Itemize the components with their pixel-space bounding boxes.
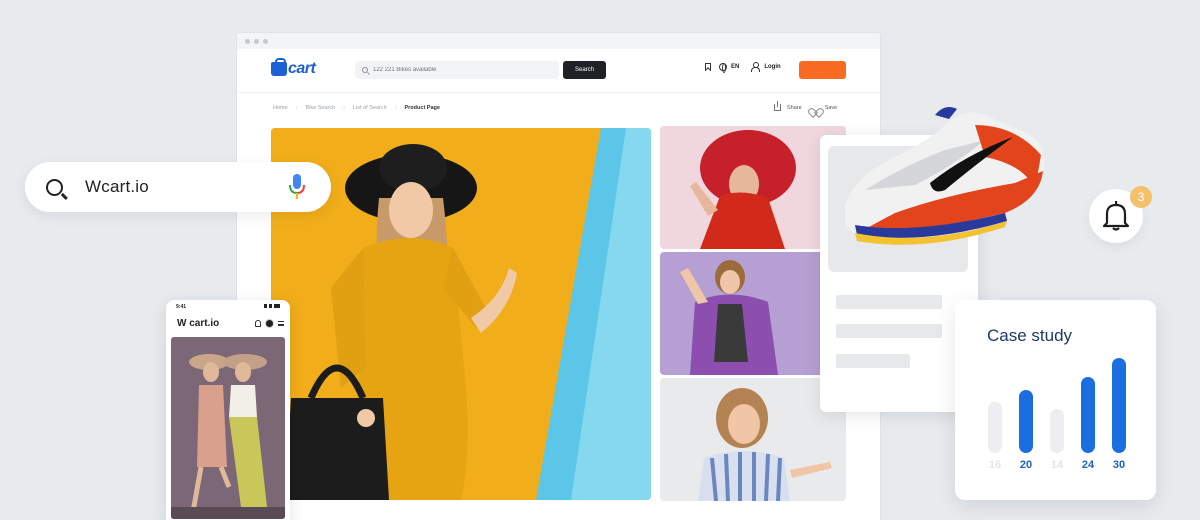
signup-button[interactable] (799, 61, 846, 79)
thumbnail-striped-shirt-image (660, 378, 846, 501)
browser-window: cart Search EN Login Home › Bike Search … (236, 32, 881, 520)
search-button[interactable]: Search (563, 61, 606, 79)
phone-time: 9:41 (176, 304, 187, 310)
bell-icon (1103, 201, 1129, 231)
breadcrumb-current: Product Page (404, 105, 440, 111)
logo-text: cart (288, 60, 316, 77)
share-save-actions: Share Save (774, 101, 837, 111)
chart-bar-label: 30 (1112, 459, 1126, 471)
phone-status-icons (264, 304, 280, 308)
skeleton-line (836, 324, 942, 338)
nav-actions: EN Login (705, 62, 781, 73)
site-search-input[interactable] (373, 67, 543, 73)
login-link[interactable]: Login (764, 64, 780, 70)
nav-divider (237, 92, 880, 93)
phone-app-title: W cart.io (177, 318, 220, 329)
share-link[interactable]: Share (787, 105, 802, 111)
chart-bar (1081, 377, 1095, 453)
chart-bar (1019, 390, 1033, 453)
microphone-icon[interactable] (289, 174, 305, 200)
bell-icon[interactable] (255, 320, 261, 327)
search-icon (362, 67, 368, 73)
browser-titlebar (237, 33, 880, 49)
thumbnail-purple-coat-image (660, 252, 846, 375)
wcart-logo[interactable]: cart (271, 58, 316, 78)
search-icon[interactable] (46, 178, 63, 196)
avatar[interactable] (265, 319, 274, 328)
chart-bar-label: 16 (988, 459, 1002, 471)
wifi-icon (269, 304, 272, 308)
skeleton-line (836, 295, 942, 309)
chart-bar (988, 402, 1002, 453)
chart-bar-label: 14 (1050, 459, 1064, 471)
site-navbar: cart Search EN Login (237, 49, 880, 89)
search-pill-text: Wcart.io (85, 177, 149, 196)
shopping-bag-icon (271, 58, 287, 76)
chevron-right-icon: › (343, 105, 346, 111)
signal-icon (264, 304, 267, 308)
thumbnail-red-hat-image (660, 126, 846, 249)
chart-bar-label: 20 (1019, 459, 1033, 471)
breadcrumb-list-of-search[interactable]: List of Search (353, 105, 387, 111)
menu-icon[interactable] (278, 321, 284, 326)
search-pill[interactable]: Wcart.io (25, 162, 331, 212)
globe-icon[interactable] (719, 62, 727, 73)
chart-bar-label: 24 (1081, 459, 1095, 471)
heart-icon[interactable] (811, 104, 819, 111)
case-study-title: Case study (987, 326, 1073, 345)
battery-icon (274, 304, 280, 308)
sneaker-image (845, 107, 1044, 245)
window-dot[interactable] (263, 38, 268, 44)
language-selector[interactable]: EN (731, 64, 739, 70)
window-dot[interactable] (254, 38, 259, 44)
site-search-box[interactable] (355, 61, 559, 79)
breadcrumb: Home › Bike Search › List of Search › Pr… (273, 105, 440, 111)
bookmark-icon[interactable] (705, 62, 711, 71)
window-dot[interactable] (245, 38, 250, 44)
chart-bar (1050, 409, 1064, 453)
user-icon[interactable] (751, 62, 761, 72)
breadcrumb-bike-search[interactable]: Bike Search (306, 105, 336, 111)
skeleton-line (836, 354, 910, 368)
chevron-right-icon: › (394, 105, 397, 111)
chart-bar (1112, 358, 1126, 453)
thumbnail-3[interactable] (660, 378, 846, 501)
phone-product-image[interactable] (171, 337, 285, 519)
phone-mockup: 9:41 W cart.io (166, 300, 290, 520)
share-icon[interactable] (774, 101, 781, 111)
notification-count-badge: 3 (1130, 186, 1152, 208)
breadcrumb-home[interactable]: Home (273, 105, 288, 111)
phone-header-icons (255, 319, 284, 328)
phone-two-women-image (171, 337, 285, 519)
case-study-card[interactable]: Case study 16 20 14 24 30 (955, 300, 1156, 500)
chevron-right-icon: › (295, 105, 298, 111)
thumbnail-2[interactable] (660, 252, 846, 375)
thumbnail-1[interactable] (660, 126, 846, 249)
